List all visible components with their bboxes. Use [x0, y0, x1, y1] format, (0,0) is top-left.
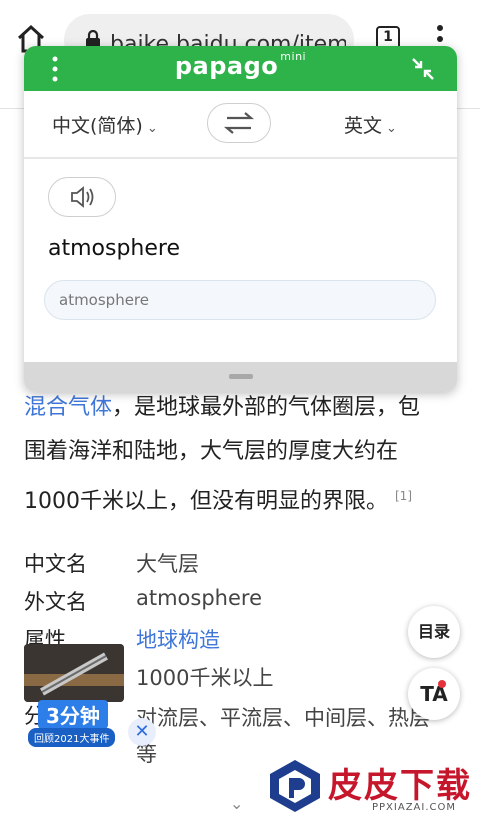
infobox-key: 中文名: [24, 552, 87, 576]
source-language-dropdown[interactable]: 中文(简体) ⌄: [52, 111, 158, 138]
infobox-value: atmosphere: [136, 586, 262, 610]
swap-icon: [223, 112, 255, 134]
ad-caption: 回顾2021大事件: [28, 728, 116, 747]
infobox-value-link[interactable]: 地球构造: [136, 624, 220, 654]
target-language-dropdown[interactable]: 英文 ⌄: [344, 111, 397, 138]
ad-close-button[interactable]: ✕: [128, 718, 156, 746]
speaker-icon: [71, 186, 94, 208]
ad-headline: 3分钟: [38, 700, 108, 729]
expand-chevron-icon[interactable]: ⌄: [230, 794, 243, 813]
chevron-down-icon: ⌄: [386, 121, 397, 136]
infobox-value: 1000千米以上: [136, 666, 274, 690]
language-selector-row: 中文(简体) ⌄ 英文 ⌄: [24, 91, 457, 159]
infobox-value: 大气层: [136, 552, 199, 576]
ad-thumbnail: [24, 644, 124, 702]
papago-logo: papago mini: [174, 50, 307, 80]
watermark-subtitle: PPXIAZAI.COM: [372, 802, 457, 813]
article-line3: 1000千米以上，但没有明显的界限。: [24, 489, 388, 514]
papago-mini-widget: papago mini 中文(简体) ⌄ 英文 ⌄ atmosphere atmosp…: [24, 46, 457, 392]
translation-result[interactable]: atmosphere: [44, 280, 436, 320]
source-text: atmosphere: [48, 236, 180, 261]
video-ad[interactable]: 3分钟 回顾2021大事件: [24, 644, 128, 748]
reference-marker[interactable]: [1]: [395, 489, 412, 503]
article-line2: 围着海洋和陆地，大气层的厚度大约在: [24, 439, 399, 464]
toc-button[interactable]: 目录: [408, 606, 460, 658]
infobox-key: 外文名: [24, 590, 87, 614]
ta-button[interactable]: TA: [408, 668, 460, 720]
watermark-logo-icon: [270, 760, 320, 812]
watermark-title: 皮皮下载: [328, 766, 472, 806]
chevron-down-icon: ⌄: [146, 121, 158, 136]
infobox-row-chinese-name: 中文名 大气层: [24, 546, 464, 584]
swap-languages-button[interactable]: [207, 103, 271, 143]
collapse-icon[interactable]: [410, 56, 436, 82]
article-paragraph: 混合气体，是地球最外部的气体圈层，包 围着海洋和陆地，大气层的厚度大约在 100…: [24, 386, 464, 524]
notification-dot: [438, 680, 446, 688]
resize-handle-bar[interactable]: [24, 362, 457, 392]
article-line1: ，是地球最外部的气体圈层，包: [112, 395, 421, 420]
infobox-row-foreign-name: 外文名 atmosphere: [24, 584, 464, 622]
drag-handle-icon[interactable]: [229, 374, 253, 379]
rocket-image-icon: [24, 644, 124, 702]
article-link[interactable]: 混合气体: [24, 395, 112, 420]
papago-header[interactable]: papago mini: [24, 46, 457, 91]
listen-button[interactable]: [48, 177, 116, 217]
